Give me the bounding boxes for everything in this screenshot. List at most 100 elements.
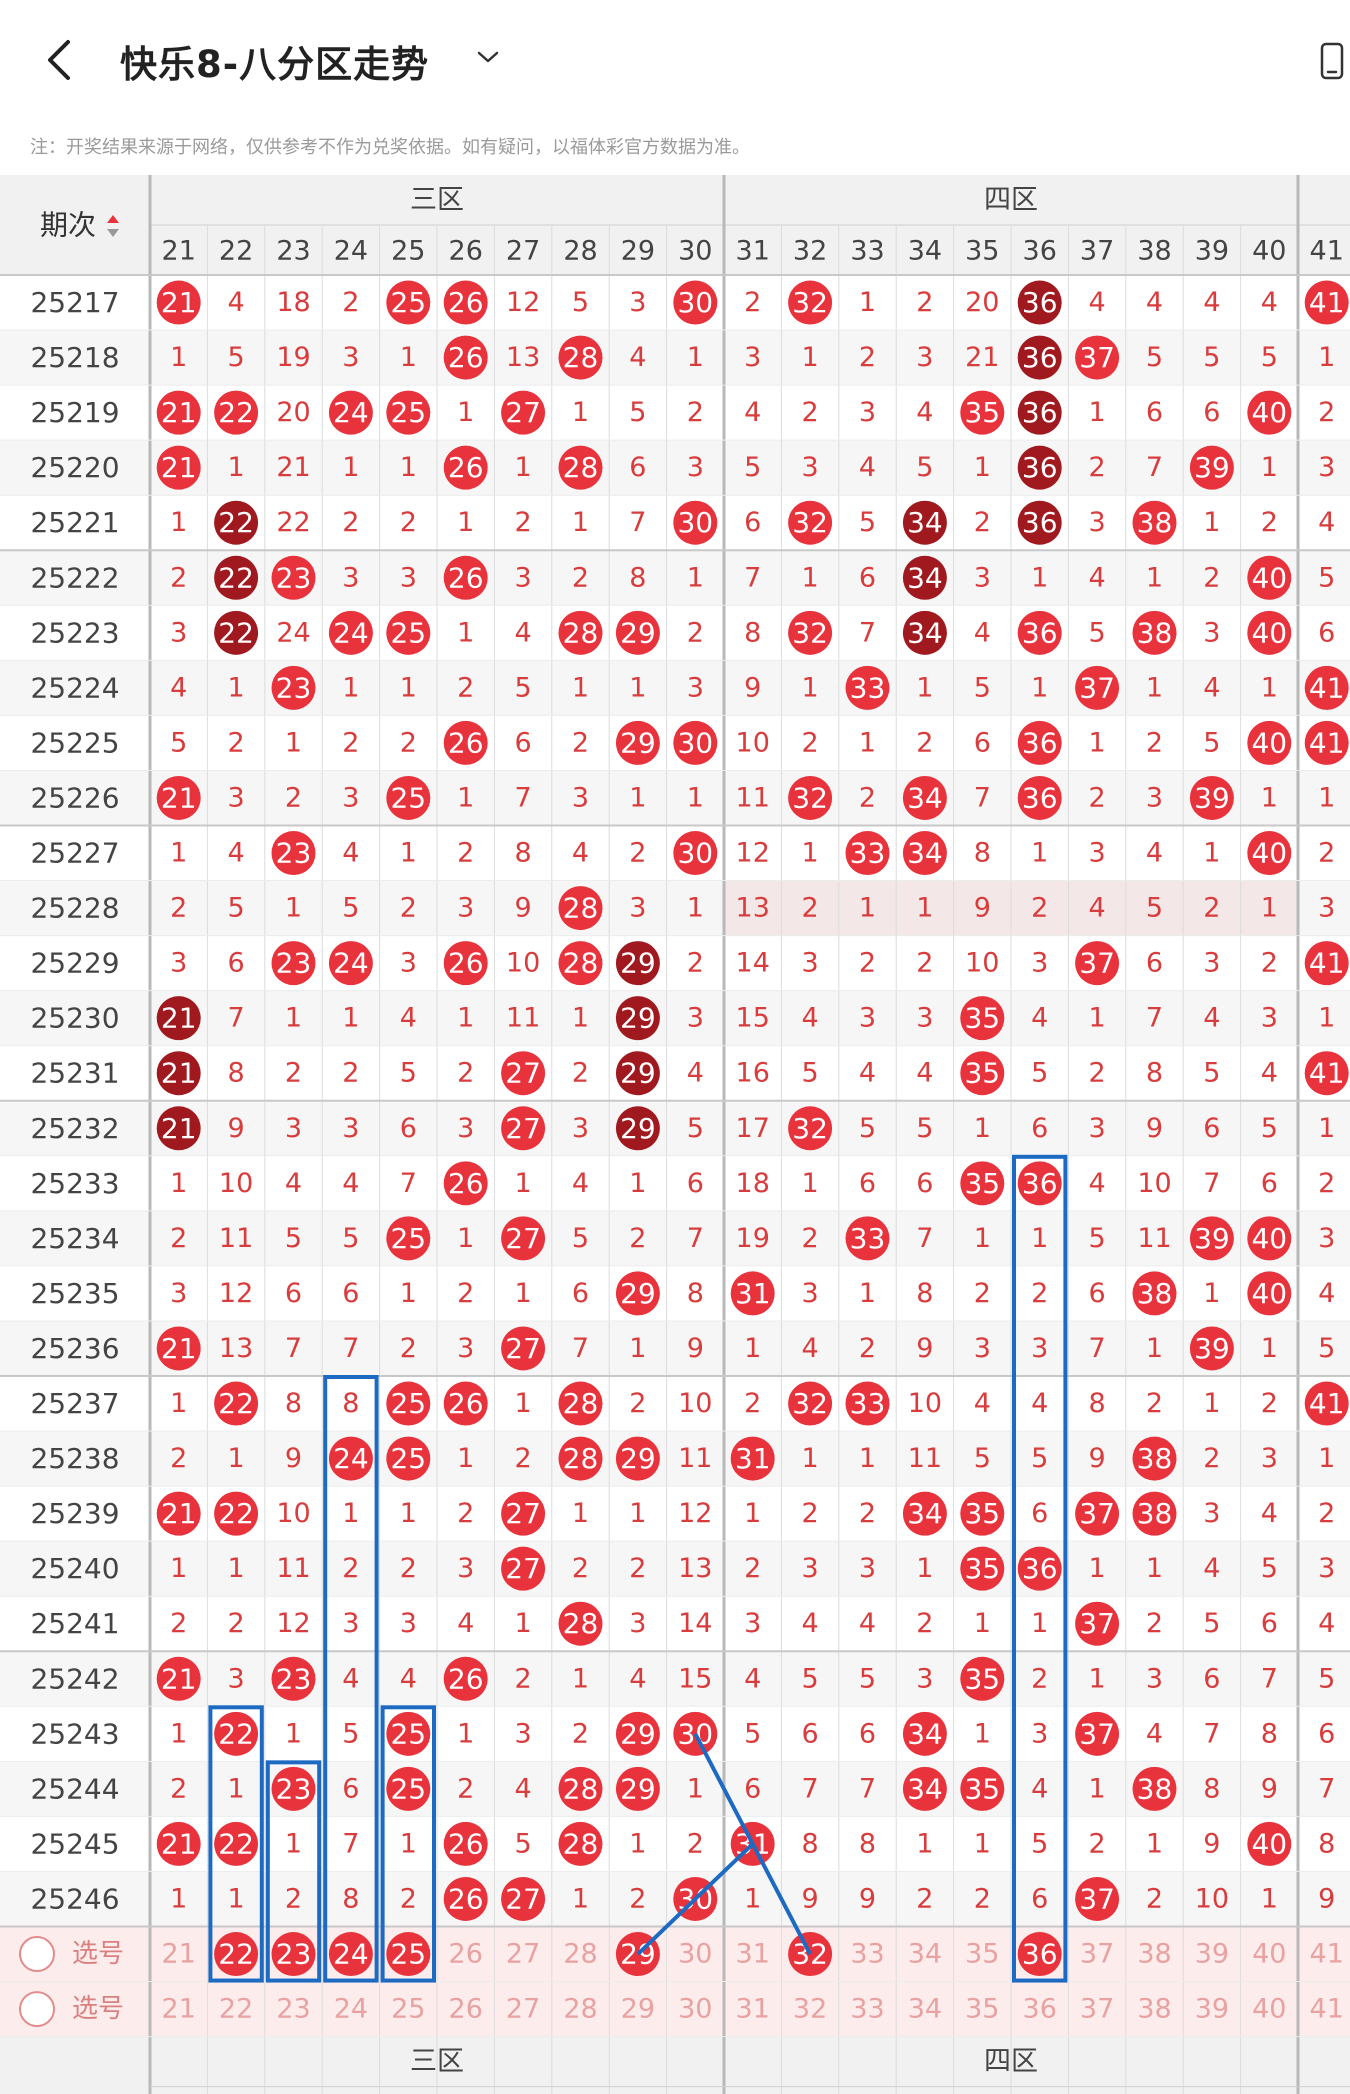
select-number[interactable]: 21 (162, 1994, 196, 2025)
selected-ball-number[interactable]: 36 (1022, 1938, 1058, 1971)
selected-ball-number[interactable]: 25 (390, 1938, 426, 1971)
select-radio[interactable] (19, 1991, 55, 2028)
miss-count: 5 (572, 1223, 589, 1254)
select-number[interactable]: 40 (1252, 1994, 1286, 2025)
back-arrow-icon[interactable] (40, 36, 80, 84)
column-header: 21 (162, 236, 196, 267)
select-number[interactable]: 41 (1310, 1994, 1344, 2025)
ball-number: 22 (218, 1717, 254, 1750)
select-number[interactable]: 40 (1252, 1939, 1286, 1970)
period-header[interactable]: 期次 (40, 209, 96, 242)
period-cell: 25218 (30, 341, 119, 374)
miss-count: 2 (687, 617, 704, 648)
miss-count: 3 (1203, 617, 1220, 648)
selected-ball-number[interactable]: 23 (276, 1938, 312, 1971)
select-number[interactable]: 22 (219, 1994, 253, 2025)
miss-count: 5 (170, 727, 187, 758)
select-number[interactable]: 39 (1195, 1939, 1229, 1970)
miss-count: 6 (859, 562, 876, 593)
ball-number: 28 (563, 1607, 599, 1640)
miss-count: 1 (285, 727, 302, 758)
miss-count: 11 (219, 1223, 253, 1254)
selected-ball-number[interactable]: 24 (333, 1938, 369, 1971)
select-number[interactable]: 28 (563, 1994, 597, 2025)
miss-count: 9 (1089, 1443, 1106, 1474)
select-number[interactable]: 35 (965, 1939, 999, 1970)
miss-count: 7 (1203, 1168, 1220, 1199)
select-number[interactable]: 26 (449, 1994, 483, 2025)
select-number[interactable]: 21 (162, 1939, 196, 1970)
select-number[interactable]: 34 (908, 1994, 942, 2025)
select-number[interactable]: 27 (506, 1994, 540, 2025)
select-number[interactable]: 28 (563, 1939, 597, 1970)
select-label[interactable]: 选号 (72, 1939, 124, 1969)
select-number[interactable]: 36 (1023, 1994, 1057, 2025)
miss-count: 1 (457, 1223, 474, 1254)
miss-count: 4 (228, 287, 245, 318)
ball-number: 22 (218, 1827, 254, 1860)
miss-count: 4 (1031, 1003, 1048, 1034)
ball-number: 24 (333, 947, 369, 980)
select-number[interactable]: 23 (276, 1994, 310, 2025)
miss-count: 5 (1261, 1553, 1278, 1584)
miss-count: 3 (457, 1553, 474, 1584)
miss-count: 2 (170, 893, 187, 924)
miss-count: 4 (916, 1058, 933, 1089)
select-number[interactable]: 33 (850, 1939, 884, 1970)
ball-number: 39 (1194, 451, 1230, 484)
select-number[interactable]: 31 (736, 1994, 770, 2025)
select-number[interactable]: 38 (1137, 1939, 1171, 1970)
select-number[interactable]: 33 (850, 1994, 884, 2025)
ball-number: 37 (1079, 1882, 1115, 1915)
select-number[interactable]: 26 (449, 1939, 483, 1970)
miss-count: 8 (974, 838, 991, 869)
miss-count: 3 (342, 1608, 359, 1639)
selected-ball-number[interactable]: 22 (218, 1938, 254, 1971)
select-number[interactable]: 30 (678, 1939, 712, 1970)
ball-number: 35 (964, 1057, 1000, 1090)
select-number[interactable]: 24 (334, 1994, 368, 2025)
select-number[interactable]: 35 (965, 1994, 999, 2025)
select-number[interactable]: 39 (1195, 1994, 1229, 2025)
miss-count: 2 (285, 1058, 302, 1089)
select-number[interactable]: 30 (678, 1994, 712, 2025)
footer-dash: - (70, 2080, 79, 2094)
select-number[interactable]: 32 (793, 1994, 827, 2025)
ball-number: 33 (850, 837, 886, 870)
page-title[interactable]: 快乐8-八分区走势 (120, 34, 429, 88)
miss-count: 5 (859, 1663, 876, 1694)
miss-count: 6 (687, 1168, 704, 1199)
select-number[interactable]: 37 (1080, 1939, 1114, 1970)
miss-count: 1 (1146, 1553, 1163, 1584)
select-number[interactable]: 27 (506, 1939, 540, 1970)
ball-number: 39 (1194, 1222, 1230, 1255)
select-radio[interactable] (19, 1936, 55, 1973)
miss-count: 3 (170, 1278, 187, 1309)
miss-count: 1 (1089, 1773, 1106, 1804)
miss-count: 7 (687, 1223, 704, 1254)
phone-icon[interactable] (1320, 42, 1344, 80)
select-number[interactable]: 31 (736, 1939, 770, 1970)
select-number[interactable]: 29 (621, 1994, 655, 2025)
miss-count: 8 (629, 562, 646, 593)
select-number[interactable]: 25 (391, 1994, 425, 2025)
select-number[interactable]: 34 (908, 1939, 942, 1970)
select-number[interactable]: 38 (1137, 1994, 1171, 2025)
select-number[interactable]: 41 (1310, 1939, 1344, 1970)
select-label[interactable]: 选号 (72, 1994, 124, 2024)
chevron-down-icon[interactable] (476, 48, 500, 66)
miss-count: 2 (400, 1553, 417, 1584)
ball-number: 37 (1079, 341, 1115, 374)
miss-count: 12 (506, 287, 540, 318)
ball-number: 36 (1022, 1167, 1058, 1200)
select-number[interactable]: 37 (1080, 1994, 1114, 2025)
ball-number: 37 (1079, 1717, 1115, 1750)
miss-count: 8 (228, 1058, 245, 1089)
column-header: 28 (563, 236, 597, 267)
miss-count: 2 (859, 1498, 876, 1529)
miss-count: 3 (687, 672, 704, 703)
miss-count: 1 (572, 1663, 589, 1694)
miss-count: 1 (515, 1278, 532, 1309)
ball-number: 38 (1137, 1442, 1173, 1475)
miss-count: 1 (1089, 397, 1106, 428)
